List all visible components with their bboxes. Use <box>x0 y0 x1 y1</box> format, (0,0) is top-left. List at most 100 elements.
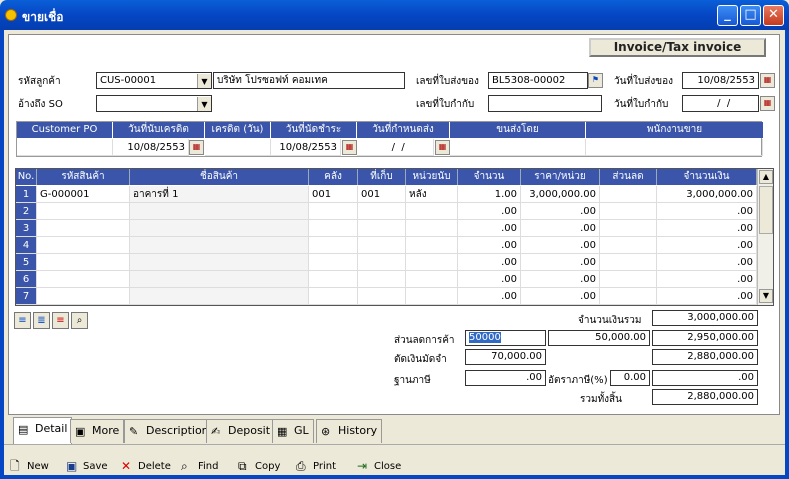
grid-cell-item-name[interactable] <box>130 203 309 220</box>
grid-cell-warehouse[interactable] <box>309 203 358 220</box>
grid-cell-location[interactable]: 001 <box>358 186 406 203</box>
grid-cell-qty[interactable]: .00 <box>458 271 521 288</box>
grid-cell-unit-price[interactable]: .00 <box>521 203 600 220</box>
scroll-down-icon[interactable]: ▼ <box>759 289 773 303</box>
grid-header-location[interactable]: ที่เก็บ <box>358 169 406 185</box>
grid-cell-item-name[interactable] <box>130 254 309 271</box>
customer-code-select[interactable]: CUS-00001 ▼ <box>96 72 212 89</box>
ship-date-field[interactable]: / / <box>357 139 434 156</box>
grid-cell-amount[interactable]: .00 <box>657 288 757 305</box>
grid-cell-amount[interactable]: .00 <box>657 237 757 254</box>
grid-cell-discount[interactable] <box>600 237 657 254</box>
tab-deposit[interactable]: ✍ Deposit <box>206 419 276 443</box>
grid-cell-discount[interactable] <box>600 186 657 203</box>
grid-cell-amount[interactable]: .00 <box>657 271 757 288</box>
grid-cell-warehouse[interactable] <box>309 271 358 288</box>
salesman-field[interactable] <box>586 139 763 156</box>
calendar-icon[interactable]: ▦ <box>760 96 775 111</box>
grid-header-discount[interactable]: ส่วนลด <box>600 169 657 185</box>
delete-row-icon[interactable]: ≡ <box>52 312 69 329</box>
add-row-icon[interactable]: ≣ <box>33 312 50 329</box>
scroll-thumb[interactable] <box>759 186 773 234</box>
find-button[interactable]: ⌕ Find <box>181 459 219 474</box>
run-number-icon[interactable]: ⚑ <box>588 73 603 88</box>
grid-cell-item-name[interactable] <box>130 288 309 305</box>
grid-cell-item-code[interactable] <box>37 271 130 288</box>
calendar-icon[interactable]: ▦ <box>760 73 775 88</box>
grid-cell-unit[interactable] <box>406 288 458 305</box>
scroll-up-icon[interactable]: ▲ <box>759 170 773 184</box>
search-item-icon[interactable]: ⌕ <box>71 312 88 329</box>
maximize-button[interactable]: □ <box>740 5 761 26</box>
grid-scrollbar[interactable]: ▲ ▼ <box>757 169 773 305</box>
grid-cell-amount[interactable]: 3,000,000.00 <box>657 186 757 203</box>
grid-header-unit[interactable]: หน่วยนับ <box>406 169 458 185</box>
grid-cell-unit-price[interactable]: .00 <box>521 288 600 305</box>
tab-more[interactable]: ▣ More <box>70 419 125 443</box>
credit-days-field[interactable] <box>205 139 271 156</box>
chevron-down-icon[interactable]: ▼ <box>197 74 211 88</box>
invoice-no-field[interactable] <box>488 95 602 112</box>
credit-start-field[interactable]: 10/08/2553 <box>113 139 189 156</box>
grid-cell-unit-price[interactable]: .00 <box>521 271 600 288</box>
grid-cell-location[interactable] <box>358 271 406 288</box>
grid-cell-warehouse[interactable] <box>309 237 358 254</box>
grid-cell-item-name[interactable] <box>130 237 309 254</box>
insert-row-icon[interactable]: ≡ <box>14 312 31 329</box>
grid-header-warehouse[interactable]: คลัง <box>309 169 358 185</box>
grid-cell-unit[interactable] <box>406 220 458 237</box>
print-button[interactable]: ⎙ Print <box>296 459 336 474</box>
grid-header-no[interactable]: No. <box>16 169 37 185</box>
grid-cell-qty[interactable]: .00 <box>458 254 521 271</box>
grid-cell-warehouse[interactable] <box>309 220 358 237</box>
grid-cell-qty[interactable]: .00 <box>458 220 521 237</box>
grid-cell-unit[interactable] <box>406 203 458 220</box>
grid-cell-amount[interactable]: .00 <box>657 220 757 237</box>
grid-cell-unit[interactable] <box>406 254 458 271</box>
new-button[interactable]: 🗋 New <box>10 459 49 474</box>
close-button[interactable]: ⇥ Close <box>357 459 401 474</box>
tab-history[interactable]: ⊛ History <box>316 419 383 443</box>
grid-cell-discount[interactable] <box>600 220 657 237</box>
discount-input[interactable]: 50000 <box>465 330 546 346</box>
grid-cell-location[interactable] <box>358 220 406 237</box>
save-button[interactable]: ▣ Save <box>66 459 108 474</box>
chevron-down-icon[interactable]: ▼ <box>197 97 211 111</box>
grid-cell-item-code[interactable]: G-000001 <box>37 186 130 203</box>
grid-cell-unit[interactable] <box>406 237 458 254</box>
delivery-date-field[interactable]: 10/08/2553 <box>682 72 759 89</box>
tab-gl[interactable]: ▦ GL <box>272 419 314 443</box>
grid-cell-unit-price[interactable]: 3,000,000.00 <box>521 186 600 203</box>
grid-cell-item-name[interactable] <box>130 271 309 288</box>
grid-header-item-name[interactable]: ชื่อสินค้า <box>130 169 309 185</box>
grid-cell-item-code[interactable] <box>37 254 130 271</box>
grid-cell-item-code[interactable] <box>37 288 130 305</box>
grid-cell-item-code[interactable] <box>37 220 130 237</box>
close-window-button[interactable]: ✕ <box>763 5 784 26</box>
tab-detail[interactable]: ▤ Detail <box>13 417 73 444</box>
grid-cell-discount[interactable] <box>600 203 657 220</box>
grid-cell-item-name[interactable]: อาคารที่ 1 <box>130 186 309 203</box>
delivery-no-field[interactable]: BL5308-00002 <box>488 72 588 89</box>
grid-cell-amount[interactable]: .00 <box>657 254 757 271</box>
grid-cell-unit-price[interactable]: .00 <box>521 254 600 271</box>
calendar-icon[interactable]: ▦ <box>435 140 450 155</box>
shipped-by-field[interactable] <box>450 139 586 156</box>
grid-cell-warehouse[interactable]: 001 <box>309 186 358 203</box>
deposit-value[interactable]: 70,000.00 <box>465 349 546 365</box>
invoice-date-field[interactable]: / / <box>682 95 759 112</box>
calendar-icon[interactable]: ▦ <box>189 140 204 155</box>
grid-cell-warehouse[interactable] <box>309 288 358 305</box>
customer-po-field[interactable] <box>17 139 113 156</box>
grid-cell-qty[interactable]: .00 <box>458 288 521 305</box>
grid-cell-unit-price[interactable]: .00 <box>521 237 600 254</box>
grid-cell-location[interactable] <box>358 288 406 305</box>
grid-cell-location[interactable] <box>358 203 406 220</box>
grid-cell-discount[interactable] <box>600 254 657 271</box>
grid-header-item-code[interactable]: รหัสสินค้า <box>37 169 130 185</box>
grid-cell-unit[interactable] <box>406 271 458 288</box>
so-ref-select[interactable]: ▼ <box>96 95 212 112</box>
delete-button[interactable]: ✕ Delete <box>121 459 171 474</box>
tab-description[interactable]: ✎ Description <box>124 419 214 443</box>
due-date-field[interactable]: 10/08/2553 <box>271 139 341 156</box>
